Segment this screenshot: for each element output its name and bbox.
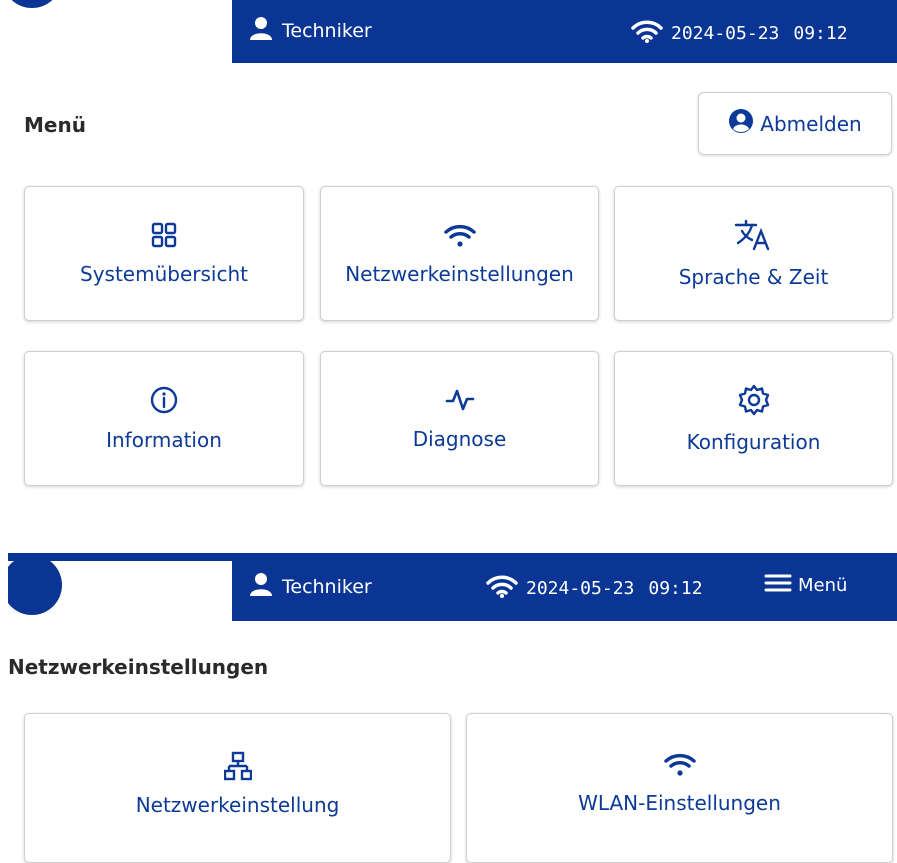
tile-label: Netzwerkeinstellungen xyxy=(345,261,574,286)
tile-sprache-zeit[interactable]: Sprache & Zeit xyxy=(614,186,893,321)
tile-systemuebersicht[interactable]: Systemübersicht xyxy=(24,186,304,321)
tile-label: Diagnose xyxy=(412,426,507,451)
tile-netzwerkeinstellung[interactable]: Netzwerkeinstellung xyxy=(24,713,451,863)
tile-label: Sprache & Zeit xyxy=(678,264,829,289)
user-circle-icon xyxy=(728,108,754,139)
user-indicator[interactable]: Techniker xyxy=(250,572,372,601)
logout-label: Abmelden xyxy=(760,111,862,136)
wifi-status-icon xyxy=(486,574,518,603)
gear-icon xyxy=(738,384,770,416)
tile-label: Systemübersicht xyxy=(80,261,248,286)
translate-icon xyxy=(734,219,774,251)
logout-button[interactable]: Abmelden xyxy=(698,92,892,155)
logo xyxy=(8,0,232,63)
date-label: 2024-05-23 xyxy=(671,23,780,44)
menu-label: Menü xyxy=(798,575,848,596)
tile-label: WLAN-Einstellungen xyxy=(578,791,781,815)
header-bar: Techniker 2024-05-23 09:12 xyxy=(8,0,897,63)
tile-diagnose[interactable]: Diagnose xyxy=(320,351,599,486)
tile-label: Konfiguration xyxy=(686,429,821,454)
user-icon xyxy=(250,572,272,601)
status-area: 2024-05-23 09:12 xyxy=(486,574,703,603)
user-icon xyxy=(250,16,272,45)
wifi-status-icon xyxy=(631,19,663,48)
tile-label: Netzwerkeinstellung xyxy=(135,793,340,817)
pulse-icon xyxy=(445,387,475,413)
user-name: Techniker xyxy=(282,575,372,598)
user-name: Techniker xyxy=(282,19,372,42)
menu-button[interactable]: Menü xyxy=(764,573,847,598)
tile-netzwerkeinstellungen[interactable]: Netzwerkeinstellungen xyxy=(320,186,599,321)
status-area: 2024-05-23 09:12 xyxy=(631,19,848,48)
info-icon xyxy=(150,386,178,414)
page-title: Netzwerkeinstellungen xyxy=(8,655,269,679)
tile-label: Information xyxy=(106,427,222,452)
time-label: 09:12 xyxy=(648,578,703,599)
grid-icon xyxy=(151,222,177,248)
user-indicator[interactable]: Techniker xyxy=(250,16,372,45)
header-bar-2: Techniker 2024-05-23 09:12 Menü xyxy=(8,553,897,621)
tile-wlan-einstellungen[interactable]: WLAN-Einstellungen xyxy=(466,713,893,863)
date-label: 2024-05-23 xyxy=(526,578,635,599)
wifi-icon xyxy=(443,222,477,248)
tile-information[interactable]: Information xyxy=(24,351,304,486)
page-title: Menü xyxy=(24,113,86,137)
hamburger-icon xyxy=(764,573,792,598)
wifi-icon xyxy=(663,751,697,777)
time-label: 09:12 xyxy=(793,23,848,44)
tile-konfiguration[interactable]: Konfiguration xyxy=(614,351,893,486)
network-icon xyxy=(223,751,252,781)
logo xyxy=(8,561,232,621)
